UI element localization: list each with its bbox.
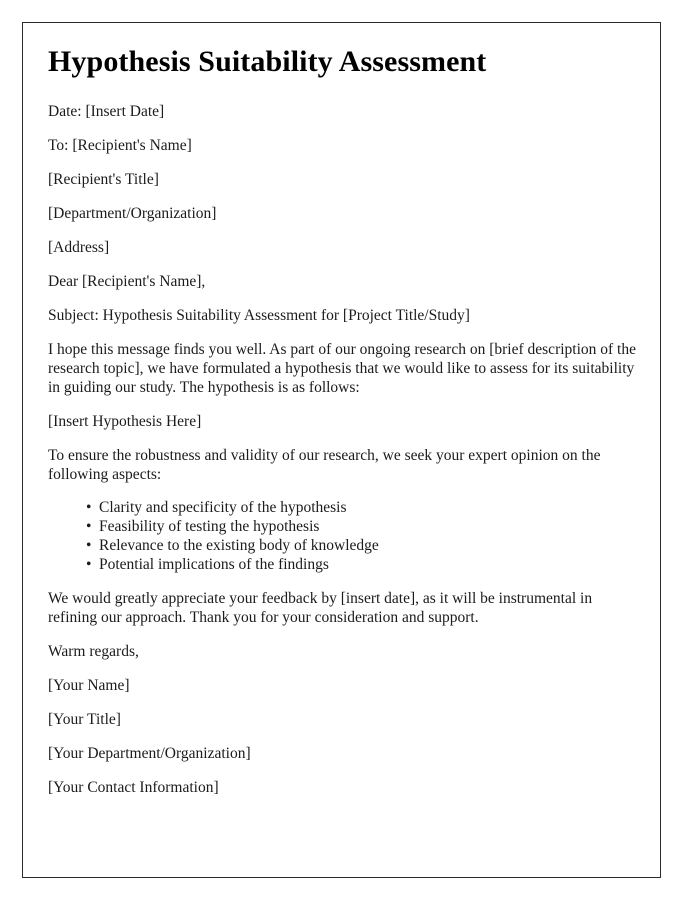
salutation: Dear [Recipient's Name],: [48, 272, 206, 290]
subject-line: Subject: Hypothesis Suitability Assessme…: [48, 306, 470, 324]
list-item-label: Feasibility of testing the hypothesis: [99, 517, 320, 535]
signature-contact: [Your Contact Information]: [48, 778, 219, 796]
aspects-list: • Clarity and specificity of the hypothe…: [48, 499, 636, 574]
sign-off: Warm regards,: [48, 642, 139, 660]
closing-paragraph: We would greatly appreciate your feedbac…: [48, 589, 593, 626]
signature-name: [Your Name]: [48, 676, 130, 694]
date-line: Date: [Insert Date]: [48, 102, 165, 120]
page-title: Hypothesis Suitability Assessment: [48, 45, 487, 78]
recipient-title-line: [Recipient's Title]: [48, 170, 159, 188]
aspects-intro-paragraph: To ensure the robustness and validity of…: [48, 446, 601, 483]
bullet-icon: •: [86, 536, 92, 554]
signature-title: [Your Title]: [48, 710, 121, 728]
recipient-address-line: [Address]: [48, 238, 110, 256]
bullet-icon: •: [86, 498, 92, 516]
document-body: Hypothesis Suitability Assessment Date: …: [23, 23, 660, 797]
list-item-label: Clarity and specificity of the hypothesi…: [99, 498, 347, 516]
bullet-icon: •: [86, 555, 92, 573]
signature-organization: [Your Department/Organization]: [48, 744, 251, 762]
list-item: • Potential implications of the findings: [86, 556, 636, 574]
list-item: • Relevance to the existing body of know…: [86, 537, 636, 555]
recipient-name-line: To: [Recipient's Name]: [48, 136, 192, 154]
intro-paragraph: I hope this message finds you well. As p…: [48, 340, 636, 396]
list-item: • Feasibility of testing the hypothesis: [86, 518, 636, 536]
list-item-label: Relevance to the existing body of knowle…: [99, 536, 379, 554]
list-item: • Clarity and specificity of the hypothe…: [86, 499, 636, 517]
bullet-icon: •: [86, 517, 92, 535]
hypothesis-placeholder: [Insert Hypothesis Here]: [48, 412, 202, 430]
list-item-label: Potential implications of the findings: [99, 555, 329, 573]
document-page: Hypothesis Suitability Assessment Date: …: [22, 22, 661, 878]
recipient-organization-line: [Department/Organization]: [48, 204, 217, 222]
